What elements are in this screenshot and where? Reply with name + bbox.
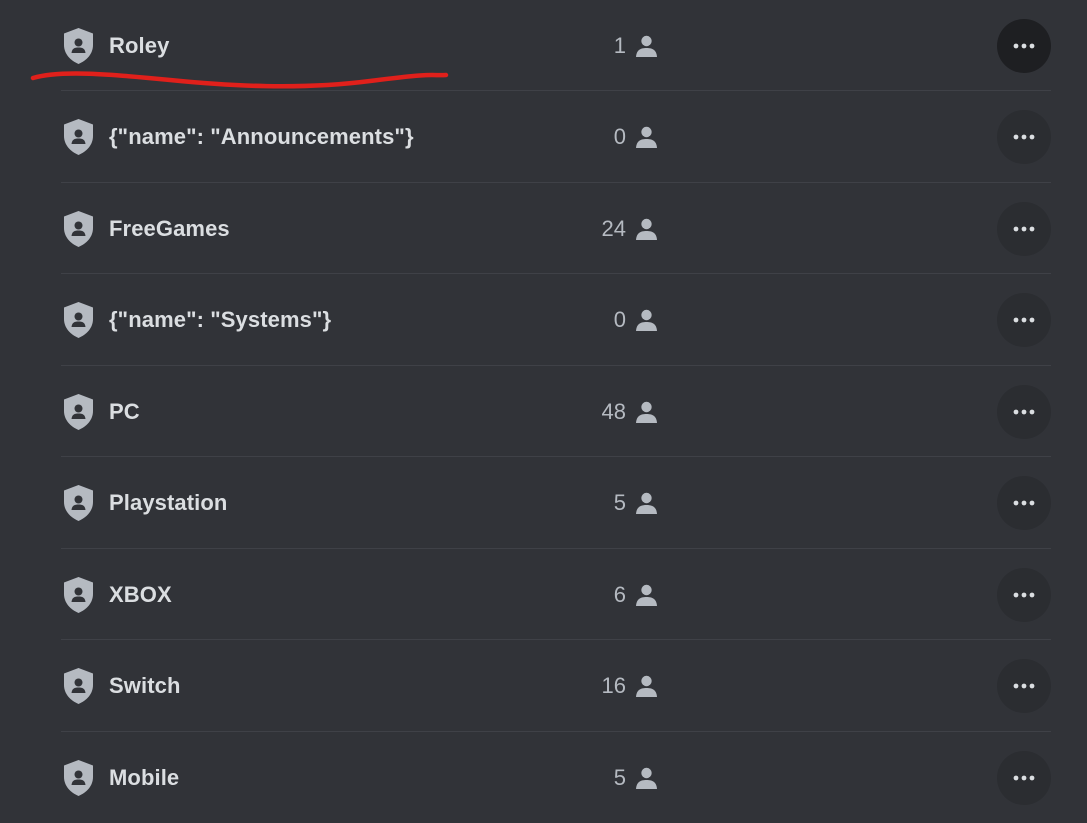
more-options-button[interactable] <box>997 476 1051 530</box>
more-options-button[interactable] <box>997 110 1051 164</box>
ellipsis-horizontal-icon <box>1013 409 1035 414</box>
shield-person-icon <box>64 759 93 796</box>
shield-person-icon <box>64 302 93 338</box>
member-count: 0 <box>613 124 626 149</box>
role-row[interactable]: Mobile 5 <box>0 732 1087 823</box>
person-icon <box>636 584 657 606</box>
role-name: {"name": "Systems"} <box>109 307 332 332</box>
role-row[interactable]: XBOX 6 <box>0 549 1087 640</box>
ellipsis-horizontal-icon <box>1013 683 1035 689</box>
member-count: 5 <box>613 490 626 515</box>
more-options-button[interactable] <box>997 201 1051 256</box>
person-icon <box>636 126 657 148</box>
member-count: 0 <box>613 307 626 332</box>
member-count: 24 <box>601 215 626 241</box>
ellipsis-horizontal-icon <box>1013 500 1035 506</box>
role-name: Roley <box>109 32 170 58</box>
shield-person-icon <box>64 576 93 613</box>
more-options-button[interactable] <box>997 750 1051 805</box>
person-icon <box>636 492 657 514</box>
shield-person-icon <box>64 393 93 430</box>
role-name: Playstation <box>109 490 228 515</box>
role-row[interactable]: Roley 1 <box>0 0 1087 91</box>
role-name: XBOX <box>109 581 172 607</box>
member-count: 6 <box>613 581 626 607</box>
role-row[interactable]: Switch 16 <box>0 641 1087 732</box>
ellipsis-horizontal-icon <box>1013 317 1035 323</box>
role-name: Mobile <box>109 764 180 790</box>
more-options-button[interactable] <box>997 293 1051 347</box>
ellipsis-horizontal-icon <box>1013 43 1035 48</box>
person-icon <box>636 35 657 57</box>
role-row[interactable]: FreeGames 24 <box>0 183 1087 274</box>
more-options-button[interactable] <box>997 384 1051 439</box>
member-count: 48 <box>601 398 626 424</box>
role-name: FreeGames <box>109 215 230 241</box>
member-count: 5 <box>613 764 626 790</box>
more-options-button[interactable] <box>997 659 1051 713</box>
ellipsis-horizontal-icon <box>1013 592 1035 597</box>
shield-person-icon <box>64 27 93 64</box>
ellipsis-horizontal-icon <box>1013 775 1035 780</box>
ellipsis-horizontal-icon <box>1013 226 1035 231</box>
ellipsis-horizontal-icon <box>1013 134 1035 140</box>
role-row[interactable]: Playstation 5 <box>0 458 1087 549</box>
shield-person-icon <box>64 210 93 247</box>
shield-person-icon <box>64 485 93 521</box>
role-name: {"name": "Announcements"} <box>109 124 414 149</box>
member-count: 16 <box>601 673 626 698</box>
person-icon <box>636 218 657 240</box>
role-name: Switch <box>109 673 181 698</box>
role-name: PC <box>109 398 140 424</box>
shield-person-icon <box>64 668 93 704</box>
more-options-button[interactable] <box>997 567 1051 622</box>
shield-person-icon <box>64 119 93 155</box>
role-row[interactable]: {"name": "Systems"} 0 <box>0 275 1087 366</box>
member-count: 1 <box>613 32 626 58</box>
person-icon <box>636 309 657 331</box>
role-row[interactable]: PC 48 <box>0 366 1087 457</box>
person-icon <box>636 401 657 423</box>
more-options-button[interactable] <box>997 18 1051 73</box>
person-icon <box>636 767 657 789</box>
role-row[interactable]: {"name": "Announcements"} 0 <box>0 92 1087 183</box>
person-icon <box>636 675 657 697</box>
